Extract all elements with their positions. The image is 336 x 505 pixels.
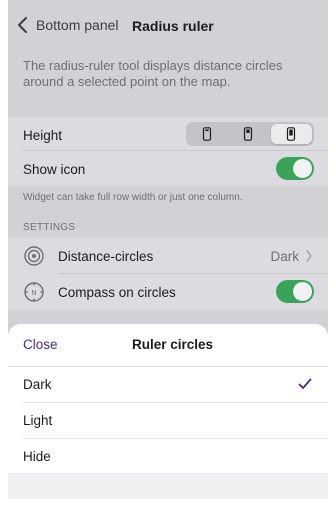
option-hide[interactable]: Hide bbox=[8, 438, 328, 474]
chevron-left-icon bbox=[18, 17, 27, 33]
app-screen: Bottom panel Radius ruler The radius-rul… bbox=[8, 0, 328, 499]
distance-circles-row[interactable]: Distance-circles Dark bbox=[8, 238, 328, 274]
option-label: Hide bbox=[23, 448, 51, 464]
distance-circles-value: Dark bbox=[270, 249, 313, 264]
page-title: Radius ruler bbox=[132, 18, 214, 34]
show-icon-toggle[interactable] bbox=[276, 157, 314, 180]
close-button[interactable]: Close bbox=[23, 337, 58, 352]
sheet-title: Ruler circles bbox=[132, 337, 214, 352]
toggle-knob bbox=[293, 282, 312, 301]
nav-bar: Bottom panel Radius ruler bbox=[8, 0, 328, 52]
compass-toggle[interactable] bbox=[276, 280, 314, 303]
svg-text:N: N bbox=[31, 290, 36, 297]
sheet-footer bbox=[8, 474, 328, 499]
chevron-right-icon bbox=[306, 250, 312, 262]
option-light[interactable]: Light bbox=[8, 402, 328, 438]
height-label: Height bbox=[23, 127, 63, 143]
option-label: Dark bbox=[23, 376, 52, 392]
show-icon-label: Show icon bbox=[23, 161, 86, 177]
height-option-small[interactable] bbox=[186, 122, 227, 146]
height-segmented-control bbox=[186, 122, 314, 146]
option-label: Light bbox=[23, 412, 53, 428]
distance-circles-current: Dark bbox=[270, 248, 299, 264]
show-icon-row: Show icon bbox=[8, 151, 328, 187]
tool-description: The radius-ruler tool displays distance … bbox=[23, 58, 283, 89]
compass-icon: N bbox=[24, 282, 44, 302]
distance-circles-label: Distance-circles bbox=[58, 248, 154, 264]
height-option-large[interactable] bbox=[270, 124, 312, 144]
checkmark-icon bbox=[298, 378, 312, 389]
small-phone-icon bbox=[202, 127, 211, 141]
compass-row: N Compass on circles bbox=[8, 274, 328, 310]
sheet-header: Close Ruler circles bbox=[8, 324, 328, 367]
target-icon bbox=[24, 246, 44, 266]
settings-section-header: SETTINGS bbox=[23, 222, 76, 233]
large-phone-icon bbox=[287, 127, 296, 141]
ruler-circles-sheet: Close Ruler circles Dark Light Hide bbox=[8, 324, 328, 499]
toggle-knob bbox=[293, 159, 312, 178]
medium-phone-icon bbox=[243, 127, 253, 141]
settings-group: Distance-circles Dark N Compass on circl… bbox=[8, 238, 328, 310]
compass-label: Compass on circles bbox=[58, 284, 176, 300]
widget-options-group: Height Show icon bbox=[8, 117, 328, 185]
back-button[interactable]: Bottom panel bbox=[16, 16, 119, 34]
option-dark[interactable]: Dark bbox=[8, 366, 328, 402]
height-row: Height bbox=[8, 117, 328, 153]
back-label: Bottom panel bbox=[36, 17, 119, 33]
height-option-medium[interactable] bbox=[227, 122, 268, 146]
widget-hint: Widget can take full row width or just o… bbox=[23, 192, 243, 203]
